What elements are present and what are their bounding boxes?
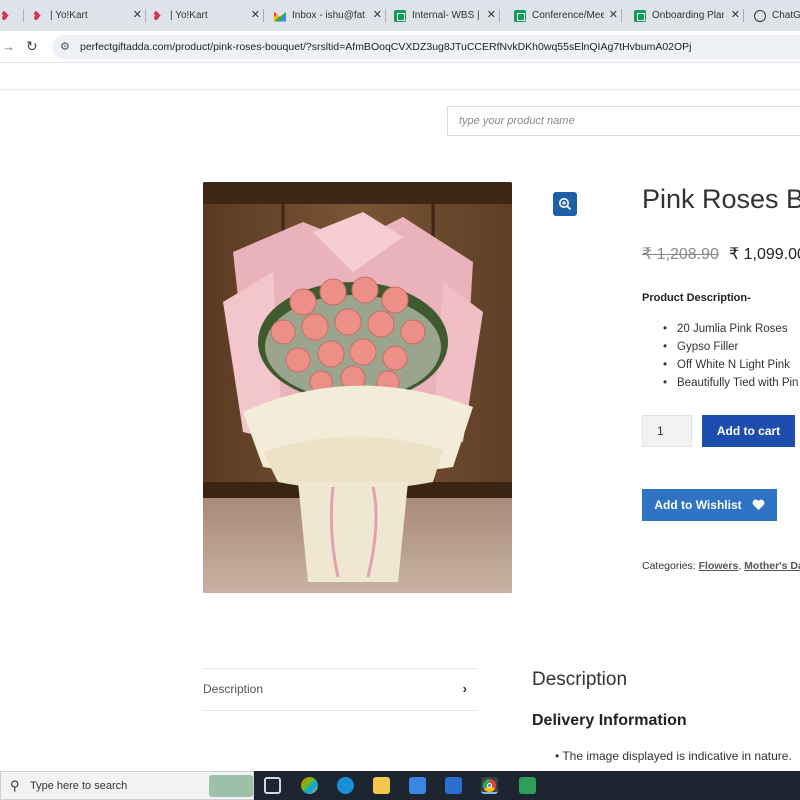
reload-icon[interactable]: ↻ (26, 38, 38, 55)
browser-tab[interactable]: Internal- WBS | F ✕ (394, 4, 500, 27)
sheets-icon (634, 9, 646, 22)
product-image[interactable] (203, 182, 512, 593)
widgets-icon[interactable] (209, 775, 253, 797)
edge-icon[interactable] (337, 777, 354, 794)
category-link-flowers[interactable]: Flowers (699, 560, 739, 572)
list-item: Beautifully Tied with Pin (663, 374, 798, 392)
browser-tab[interactable]: Inbox - ishu@fat ✕ (274, 4, 386, 27)
browser-tab[interactable]: ❥ (0, 4, 24, 27)
browser-tab[interactable]: Onboarding Plan ✕ (634, 4, 744, 27)
store-icon[interactable] (409, 777, 426, 794)
bird-icon: ❥ (152, 8, 163, 23)
search-icon: ⚲ (10, 778, 20, 793)
windows-taskbar: ⚲ Type here to search (0, 771, 800, 800)
product-categories: Categories: Flowers, Mother's Day, (642, 560, 800, 572)
browser-tab[interactable]: ChatGP (754, 4, 800, 27)
product-description-heading: Product Description- (642, 292, 751, 304)
close-tab-icon[interactable]: ✕ (373, 8, 382, 21)
chat-icon[interactable] (519, 777, 536, 794)
wishlist-label: Add to Wishlist (654, 498, 742, 512)
close-tab-icon[interactable]: ✕ (609, 8, 618, 21)
site-info-icon[interactable]: ⚙ (60, 40, 70, 53)
gmail-icon (274, 11, 286, 22)
original-price: ₹ 1,208.90 (642, 246, 719, 263)
chevron-right-icon: › (462, 681, 467, 696)
list-item: 20 Jumlia Pink Roses (663, 320, 798, 338)
list-item: The image displayed is indicative in nat… (555, 749, 791, 763)
sheets-icon (394, 9, 406, 22)
close-tab-icon[interactable]: ✕ (133, 8, 142, 21)
zoom-image-button[interactable] (553, 192, 577, 216)
tab-description-label: Description (203, 682, 264, 696)
tab-divider (203, 710, 477, 711)
magnifier-zoom-icon (559, 198, 572, 211)
browser-tab-strip: ❥ ❥ | Yo!Kart ✕ ❥ | Yo!Kart ✕ Inbox - is… (0, 0, 800, 31)
sheets-icon (514, 9, 526, 22)
category-link-mothers-day[interactable]: Mother's Day (744, 560, 800, 572)
chrome-icon-active[interactable] (481, 777, 498, 794)
add-to-wishlist-button[interactable]: Add to Wishlist (642, 489, 777, 521)
header-divider (0, 89, 800, 90)
bird-icon: ❥ (0, 8, 11, 23)
taskbar-search-box[interactable]: ⚲ Type here to search (0, 771, 254, 800)
browser-tab[interactable]: Conference/Mee ✕ (514, 4, 622, 27)
bird-icon: ❥ (32, 8, 43, 23)
task-view-icon[interactable] (264, 777, 281, 794)
browser-tab[interactable]: ❥ | Yo!Kart ✕ (152, 4, 264, 27)
close-tab-icon[interactable]: ✕ (487, 8, 496, 21)
add-to-cart-button[interactable]: Add to cart (702, 415, 795, 447)
outlook-icon[interactable] (445, 777, 462, 794)
chatgpt-icon (754, 9, 766, 22)
url-text[interactable]: perfectgiftadda.com/product/pink-roses-b… (80, 41, 692, 53)
product-title: Pink Roses B (642, 184, 800, 214)
bouquet-photo (203, 182, 512, 593)
feature-list: 20 Jumlia Pink Roses Gypso Filler Off Wh… (663, 320, 798, 392)
forward-arrow-icon[interactable]: → (2, 39, 15, 54)
list-item: Off White N Light Pink (663, 356, 798, 374)
browser-tab[interactable]: ❥ | Yo!Kart ✕ (32, 4, 146, 27)
quantity-input[interactable] (643, 416, 691, 446)
sale-price: ₹ 1,099.00 (729, 246, 800, 263)
list-item: Gypso Filler (663, 338, 798, 356)
file-explorer-icon[interactable] (373, 777, 390, 794)
taskbar-search-text[interactable]: Type here to search (30, 780, 127, 792)
delivery-information-heading: Delivery Information (532, 712, 687, 729)
product-search-input[interactable] (448, 107, 800, 135)
tab-divider (203, 668, 477, 669)
address-bar[interactable]: ⚙ perfectgiftadda.com/product/pink-roses… (52, 35, 800, 59)
heart-icon (752, 499, 765, 510)
tab-description[interactable]: Description › (203, 681, 477, 696)
product-search-box[interactable] (447, 106, 800, 136)
copilot-icon[interactable] (301, 777, 318, 794)
description-section-heading: Description (532, 669, 628, 690)
close-tab-icon[interactable]: ✕ (731, 8, 740, 21)
quantity-field[interactable] (642, 415, 692, 447)
close-tab-icon[interactable]: ✕ (251, 8, 260, 21)
browser-toolbar: → ↻ ⚙ perfectgiftadda.com/product/pink-r… (0, 31, 800, 63)
categories-label: Categories: (642, 560, 696, 572)
